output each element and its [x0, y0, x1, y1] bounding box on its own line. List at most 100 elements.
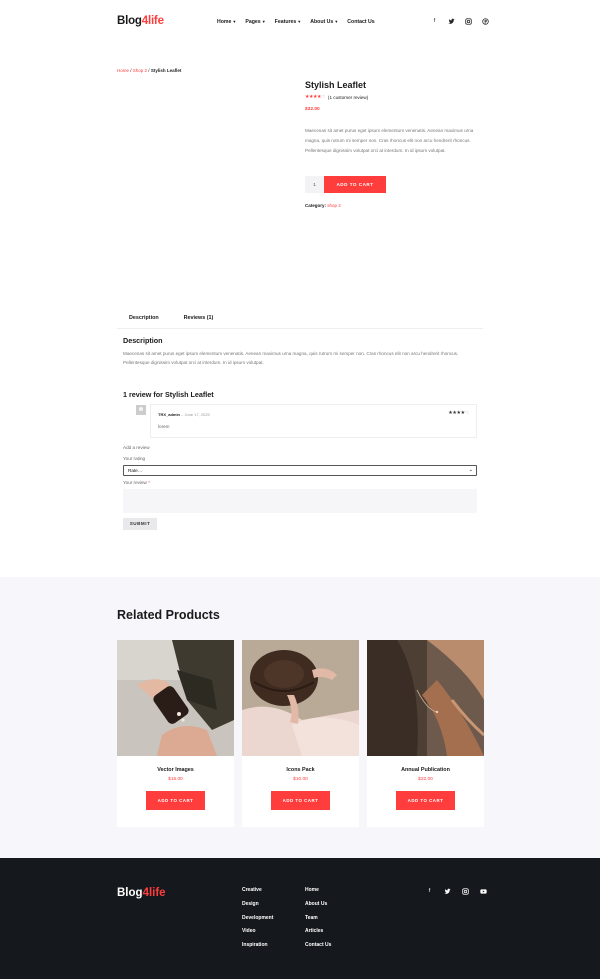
product-name[interactable]: Annual Publication	[367, 767, 484, 773]
product-price: $15.00	[168, 777, 183, 782]
twitter-icon[interactable]	[448, 18, 455, 25]
nav-label: Pages	[245, 19, 261, 25]
footer-link[interactable]: About Us	[305, 901, 331, 907]
logo-text: Blog	[117, 887, 143, 899]
footer-social: f	[426, 888, 487, 895]
product-image-vector-images[interactable]	[117, 640, 234, 756]
avatar	[136, 405, 146, 415]
site-logo[interactable]: Blog4life	[117, 15, 164, 27]
review-text: lorem	[158, 424, 170, 429]
quantity-input[interactable]: 1	[305, 176, 324, 193]
footer-link[interactable]: Home	[305, 887, 331, 893]
footer-logo[interactable]: Blog4life	[117, 887, 166, 899]
add-review-label: Add a review	[123, 445, 150, 450]
nav-label: Contact Us	[347, 19, 375, 25]
logo-text: Blog	[117, 15, 142, 27]
reviews-link[interactable]: (1 customer review)	[328, 95, 368, 100]
required-mark: *	[148, 480, 150, 485]
star-rating-icon: ★★★★☆	[305, 94, 325, 100]
instagram-icon[interactable]	[465, 18, 472, 25]
rating-select[interactable]: Rate… ⌄	[123, 465, 477, 476]
footer-link[interactable]: Creative	[242, 887, 273, 893]
youtube-icon[interactable]	[480, 888, 487, 895]
product-price: $22.00	[418, 777, 433, 782]
tabs-divider	[117, 328, 483, 329]
nav-item-contact[interactable]: Contact Us	[347, 19, 374, 25]
submit-button[interactable]: SUBMIT	[123, 518, 157, 530]
logo-accent-text: 4life	[141, 15, 164, 27]
caret-down-icon: ▼	[297, 19, 302, 24]
caret-down-icon: ▼	[334, 19, 339, 24]
nav-label: About Us	[310, 19, 334, 25]
nav-item-features[interactable]: Features▼	[275, 19, 302, 25]
category-link[interactable]: shop 2	[327, 203, 341, 208]
related-heading: Related Products	[117, 608, 220, 622]
product-card[interactable]: Icons Pack $10.00 ADD TO CART	[242, 640, 359, 827]
review-meta: TRX_admin – June 17, 2020	[158, 412, 210, 417]
your-review-text: Your review	[123, 480, 147, 485]
nav-label: Home	[217, 19, 232, 25]
header-social: f	[431, 18, 489, 25]
product-rating: ★★★★☆ (1 customer review)	[305, 94, 368, 100]
main-nav: Home▼ Pages▼ Features▼ About Us▼ Contact…	[217, 19, 375, 25]
review-textarea[interactable]	[123, 489, 477, 513]
product-image-icons-pack[interactable]	[242, 640, 359, 756]
product-short-description: Maecenas sit amet purus eget ipsum eleme…	[305, 128, 474, 153]
nav-item-pages[interactable]: Pages▼	[245, 19, 265, 25]
twitter-icon[interactable]	[444, 888, 451, 895]
breadcrumb-current: Stylish Leaflet	[150, 68, 182, 73]
add-to-cart-button[interactable]: ADD TO CART	[396, 791, 455, 810]
description-heading: Description	[123, 336, 163, 345]
chevron-down-icon: ⌄	[468, 467, 473, 473]
product-name[interactable]: Icons Pack	[242, 767, 359, 773]
reviews-heading: 1 review for Stylish Leaflet	[123, 390, 214, 399]
footer-link[interactable]: Articles	[305, 928, 331, 934]
pinterest-icon[interactable]	[482, 18, 489, 25]
product-tabs: Description Reviews (1)	[123, 315, 213, 328]
add-to-cart-button[interactable]: ADD TO CART	[146, 791, 205, 810]
description-text: Maecenas sit amet purus eget ipsum eleme…	[123, 351, 459, 366]
footer-link[interactable]: Development	[242, 915, 273, 921]
nav-label: Features	[274, 19, 297, 25]
review-author: TRX_admin	[158, 412, 181, 417]
product-title: Stylish Leaflet	[305, 80, 367, 90]
rating-select-value: Rate…	[128, 468, 143, 473]
add-to-cart-button[interactable]: ADD TO CART	[324, 176, 386, 193]
footer-link[interactable]: Team	[305, 915, 331, 921]
tab-reviews[interactable]: Reviews (1)	[184, 315, 214, 328]
review-item: TRX_admin – June 17, 2020 ★★★★☆ lorem	[150, 404, 477, 438]
nav-item-home[interactable]: Home▼	[217, 19, 236, 25]
category-label: Category:	[305, 203, 327, 208]
footer-link[interactable]: Inspiration	[242, 942, 273, 948]
instagram-icon[interactable]	[462, 888, 469, 895]
product-card[interactable]: Vector Images $15.00 ADD TO CART	[117, 640, 234, 827]
product-price: $32.00	[305, 107, 320, 112]
site-footer	[0, 858, 600, 979]
breadcrumb-home[interactable]: Home	[117, 68, 129, 73]
product-name[interactable]: Vector Images	[117, 767, 234, 773]
footer-link[interactable]: Design	[242, 901, 273, 907]
footer-link[interactable]: Contact Us	[305, 942, 331, 948]
breadcrumb-shop[interactable]: Shop 2	[133, 68, 147, 73]
tab-description[interactable]: Description	[123, 315, 165, 328]
footer-column-categories: Creative Design Development Video Inspir…	[242, 887, 273, 948]
footer-column-pages: Home About Us Team Articles Contact Us	[305, 887, 331, 948]
caret-down-icon: ▼	[261, 19, 266, 24]
product-category: Category: shop 2	[305, 203, 341, 208]
your-review-label: Your review *	[123, 480, 150, 485]
product-card[interactable]: Annual Publication $22.00 ADD TO CART	[367, 640, 484, 827]
site-header: Blog4life Home▼ Pages▼ Features▼ About U…	[0, 0, 600, 46]
footer-link[interactable]: Video	[242, 928, 273, 934]
review-date: June 17, 2020	[184, 412, 210, 417]
caret-down-icon: ▼	[232, 19, 237, 24]
breadcrumb: Home / Shop 2 / Stylish Leaflet	[117, 68, 181, 73]
logo-accent-text: 4life	[142, 887, 166, 899]
facebook-icon[interactable]: f	[426, 888, 433, 895]
star-rating-icon: ★★★★☆	[448, 410, 469, 416]
product-image-annual-publication[interactable]	[367, 640, 484, 756]
product-price: $10.00	[293, 777, 308, 782]
add-to-cart-button[interactable]: ADD TO CART	[271, 791, 330, 810]
facebook-icon[interactable]: f	[431, 18, 438, 25]
nav-item-about[interactable]: About Us▼	[310, 19, 338, 25]
your-rating-label: Your rating	[123, 456, 146, 461]
